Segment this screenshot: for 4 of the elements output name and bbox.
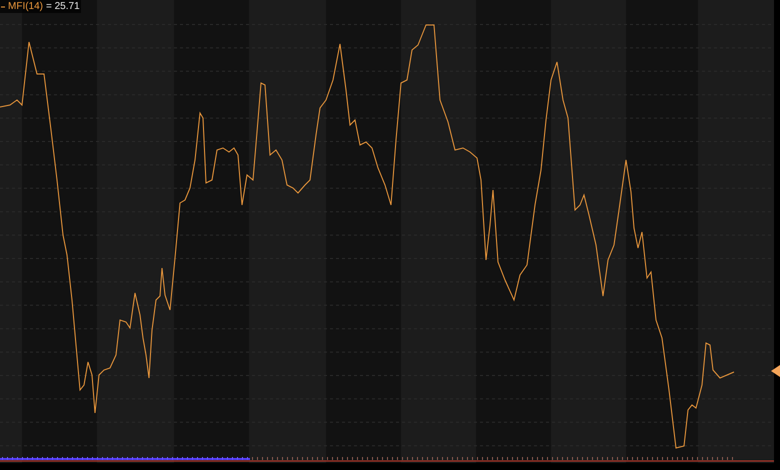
indicator-label: MFI(14) [8, 0, 43, 13]
indicator-value: = 25.71 [46, 0, 80, 13]
value-marker-icon [771, 365, 780, 377]
line-swatch-icon [1, 6, 5, 8]
